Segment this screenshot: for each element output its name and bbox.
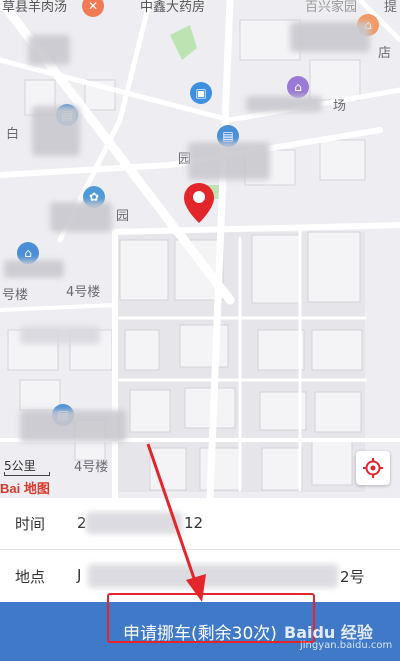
map-label: 中鑫大药房 (140, 0, 206, 15)
map-label: 场 (333, 99, 347, 114)
blurred-map-label (28, 35, 70, 65)
map-label: 4号楼 (74, 460, 109, 475)
blurred-map-label (32, 106, 80, 156)
map-label: 号楼 (2, 288, 29, 303)
place-label: 地点 (15, 567, 46, 586)
blurred-map-label (4, 260, 64, 278)
map-label: 店 (378, 46, 392, 61)
location-pin-icon[interactable] (183, 182, 215, 224)
scale-bar (4, 472, 50, 476)
watermark-url: jingyan.baidu.com (300, 640, 393, 651)
blurred-map-label (290, 22, 370, 52)
blurred-map-label (246, 96, 322, 112)
time-label: 时间 (15, 515, 46, 533)
baidu-map-logo: Bai 地图 (0, 481, 50, 496)
map-label: 草县羊肉汤 (2, 0, 68, 15)
map-label: 提 (384, 0, 398, 15)
blurred-map-label (188, 142, 270, 180)
map-view[interactable]: 草县羊肉汤 ✕ 中鑫大药房 百兴家园 店 提 场 白 园 园 号楼 4号楼 4号… (0, 0, 400, 498)
locate-button[interactable] (356, 451, 390, 485)
map-label: 百兴家园 (305, 0, 358, 15)
blurred-map-label (20, 410, 126, 442)
annotation-arrow (146, 443, 206, 602)
blurred-map-label (50, 202, 112, 232)
map-label: 白 (6, 127, 20, 142)
time-value: 2 12 (72, 498, 400, 549)
place-value-suffix: 2号 (340, 568, 365, 586)
blurred-map-label (20, 326, 100, 344)
map-label: 4号楼 (66, 285, 101, 300)
shopping-icon: ⌂ (287, 76, 309, 98)
place-value-prefix: J (77, 566, 82, 584)
crosshair-icon (363, 458, 383, 478)
map-label: 园 (116, 209, 130, 224)
bus-stop-icon: ▣ (190, 82, 212, 104)
